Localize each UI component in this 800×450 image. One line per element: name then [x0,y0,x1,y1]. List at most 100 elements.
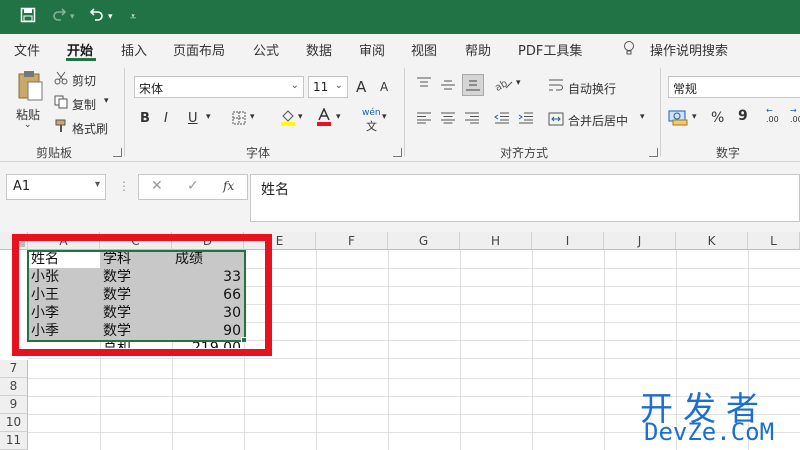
lightbulb-icon[interactable] [622,40,636,60]
paste-icon[interactable] [16,70,44,105]
cancel-icon[interactable]: ✕ [151,178,163,194]
number-format-select[interactable]: 常规 [668,76,800,98]
copy-dropdown-icon[interactable]: ▾ [104,96,109,106]
column-header[interactable]: I [532,232,604,250]
increase-indent-icon[interactable] [518,112,534,127]
row-header[interactable]: 11 [0,432,28,450]
decrease-indent-icon[interactable] [494,112,510,127]
enter-icon[interactable]: ✓ [187,178,199,194]
tab-view[interactable]: 视图 [411,40,437,59]
undo-dropdown-icon[interactable]: ▾ [108,7,113,27]
formula-bar-splitter-icon[interactable]: ⋮ [118,179,130,193]
font-name-value: 宋体 [139,82,164,96]
row-header[interactable]: 9 [0,396,28,414]
borders-dropdown-icon[interactable]: ▾ [250,112,255,122]
align-center-icon[interactable] [440,112,456,127]
number-group-label: 数字 [716,146,741,160]
gridline [460,250,461,450]
redo-icon[interactable] [52,7,68,27]
fill-color-icon[interactable] [280,108,296,129]
format-painter-button[interactable]: 格式刷 [72,120,108,137]
font-size-select[interactable]: 11 ⌄ [308,76,348,98]
increase-decimal-button[interactable]: ← .00 [766,106,779,124]
align-top-icon[interactable] [416,76,432,93]
phonetic-guide-button[interactable]: wén [362,108,381,118]
formula-bar: A1 ▾ ⋮ ✕ ✓ fx 姓名 [0,162,800,232]
font-color-icon[interactable] [316,107,332,129]
bold-button[interactable]: B [140,111,150,126]
column-header[interactable]: F [316,232,388,250]
align-right-icon[interactable] [464,112,480,127]
tab-file[interactable]: 文件 [14,40,40,59]
tab-insert[interactable]: 插入 [121,40,147,59]
percent-button[interactable]: % [711,110,724,126]
italic-button[interactable]: I [164,111,168,126]
orientation-icon[interactable]: ab [493,76,514,95]
underline-dropdown-icon[interactable]: ▾ [206,112,211,122]
decrease-decimal-button[interactable]: →.00 [790,106,800,124]
highlight-box [12,234,272,356]
merge-dropdown-icon[interactable]: ▾ [640,112,645,122]
font-color-dropdown-icon[interactable]: ▾ [336,112,341,122]
tab-data[interactable]: 数据 [306,40,332,59]
tab-review[interactable]: 审阅 [359,40,385,59]
alignment-launcher-icon[interactable] [649,148,658,157]
grow-font-button[interactable]: A [356,78,366,96]
tab-pdf-tools[interactable]: PDF工具集 [518,40,582,59]
gridline [532,250,533,450]
svg-text:ab: ab [494,78,510,92]
borders-icon[interactable] [232,111,246,128]
font-launcher-icon[interactable] [393,148,402,157]
accounting-dropdown-icon[interactable]: ▾ [692,112,697,122]
tell-me-search[interactable]: 操作说明搜索 [650,40,728,59]
fill-color-dropdown-icon[interactable]: ▾ [298,112,303,122]
tab-page-layout[interactable]: 页面布局 [173,40,225,59]
copy-button[interactable]: 复制 [72,96,96,113]
chevron-down-icon: ⌄ [290,80,299,91]
wrap-text-button[interactable]: 自动换行 [568,80,616,97]
tab-home[interactable]: 开始 [67,40,93,59]
phonetic-dropdown-icon[interactable]: ▾ [382,112,387,122]
insert-function-icon[interactable]: fx [223,179,234,193]
formula-buttons: ✕ ✓ fx [138,174,248,200]
title-bar: ▾ ▾ ⩡ [0,0,800,34]
cut-button[interactable]: 剪切 [72,72,96,89]
accounting-format-icon[interactable] [668,108,690,129]
comma-style-button[interactable]: 9 [738,108,748,124]
save-icon[interactable] [20,7,36,27]
align-middle-icon[interactable] [440,78,456,95]
align-bottom-icon[interactable] [462,74,484,96]
font-size-value: 11 [313,80,329,94]
column-header[interactable]: G [388,232,460,250]
column-header[interactable]: K [676,232,748,250]
row-header[interactable]: 10 [0,414,28,432]
align-left-icon[interactable] [416,112,432,127]
undo-icon[interactable] [88,7,104,27]
tab-formulas[interactable]: 公式 [253,40,279,59]
clipboard-launcher-icon[interactable] [113,148,122,157]
redo-dropdown-icon[interactable]: ▾ [70,7,75,27]
tab-help[interactable]: 帮助 [465,40,491,59]
column-header[interactable]: H [460,232,532,250]
alignment-group-label: 对齐方式 [500,146,549,160]
column-header[interactable]: J [604,232,676,250]
merge-center-button[interactable]: 合并后居中 [568,112,628,129]
formula-value: 姓名 [261,182,289,198]
divider [660,68,661,156]
shrink-font-button[interactable]: A [380,80,388,94]
gridline [28,378,800,379]
customize-qat-icon[interactable]: ⩡ [130,7,136,27]
row-header[interactable]: 8 [0,378,28,396]
name-box[interactable]: A1 ▾ [6,174,106,200]
orientation-dropdown-icon[interactable]: ▾ [516,78,521,88]
row-header[interactable]: 7 [0,360,28,378]
worksheet-grid[interactable]: A C D E F G H I J K L 7 8 9 10 11 姓名 学科 … [0,232,800,450]
formula-input[interactable]: 姓名 [250,174,800,222]
paste-dropdown-icon[interactable]: ⌄ [24,120,32,130]
font-name-select[interactable]: 宋体 ⌄ [134,76,304,98]
gridline [604,250,605,450]
divider [404,68,405,156]
underline-button[interactable]: U [188,111,198,126]
ribbon: 粘贴 ⌄ 剪切 复制 ▾ 格式刷 剪贴板 宋体 ⌄ 11 ⌄ A A B I U… [0,62,800,162]
column-header[interactable]: L [748,232,800,250]
